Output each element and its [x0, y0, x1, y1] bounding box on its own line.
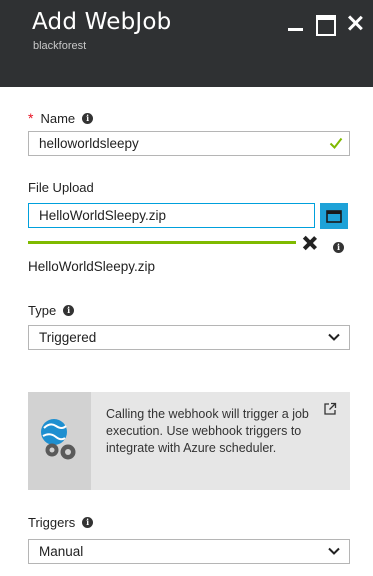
name-input[interactable]: helloworldsleepy: [28, 131, 350, 156]
maximize-icon[interactable]: [314, 12, 336, 36]
type-select-value: Triggered: [39, 330, 97, 345]
chevron-down-icon: [328, 333, 340, 341]
file-upload-input[interactable]: HelloWorldSleepy.zip: [28, 203, 315, 228]
info-icon[interactable]: i: [82, 517, 94, 528]
chevron-down-icon: [328, 547, 340, 555]
uploaded-file-name: HelloWorldSleepy.zip: [28, 259, 156, 274]
required-marker: *: [28, 110, 34, 126]
type-label-row: Type i: [28, 303, 75, 318]
blade-header: Add WebJob blackforest: [0, 0, 373, 87]
webhook-info-text: Calling the webhook will trigger a job e…: [106, 407, 309, 455]
minimize-icon[interactable]: [285, 12, 307, 34]
upload-info-icon[interactable]: i: [333, 242, 344, 253]
info-icon[interactable]: i: [63, 305, 75, 316]
blade-title: Add WebJob: [32, 9, 172, 35]
webhook-scheduler-icon: [41, 419, 76, 460]
webhook-info-box: Calling the webhook will trigger a job e…: [28, 392, 350, 490]
blade-subtitle: blackforest: [33, 40, 87, 52]
name-label-row: * Name i: [28, 110, 94, 126]
file-upload-label-row: File Upload: [28, 180, 94, 195]
name-input-value: helloworldsleepy: [39, 136, 139, 151]
external-link-icon[interactable]: [323, 402, 337, 416]
triggers-select[interactable]: Manual: [28, 539, 350, 564]
folder-icon: [326, 210, 342, 223]
type-select[interactable]: Triggered: [28, 325, 350, 350]
cancel-upload-icon[interactable]: [302, 235, 318, 251]
webhook-icon-area: [28, 392, 91, 490]
name-label: Name: [40, 110, 76, 126]
triggers-label: Triggers: [28, 515, 76, 530]
browse-button[interactable]: [320, 203, 348, 229]
file-upload-label: File Upload: [28, 180, 94, 195]
upload-progress-fill: [28, 241, 296, 244]
triggers-select-value: Manual: [39, 544, 84, 559]
upload-progress-bar: [28, 241, 296, 244]
type-label: Type: [28, 303, 57, 318]
close-icon[interactable]: [344, 12, 366, 34]
check-icon: [329, 137, 343, 150]
triggers-label-row: Triggers i: [28, 515, 94, 530]
file-upload-value: HelloWorldSleepy.zip: [39, 208, 167, 223]
info-icon[interactable]: i: [82, 112, 94, 124]
